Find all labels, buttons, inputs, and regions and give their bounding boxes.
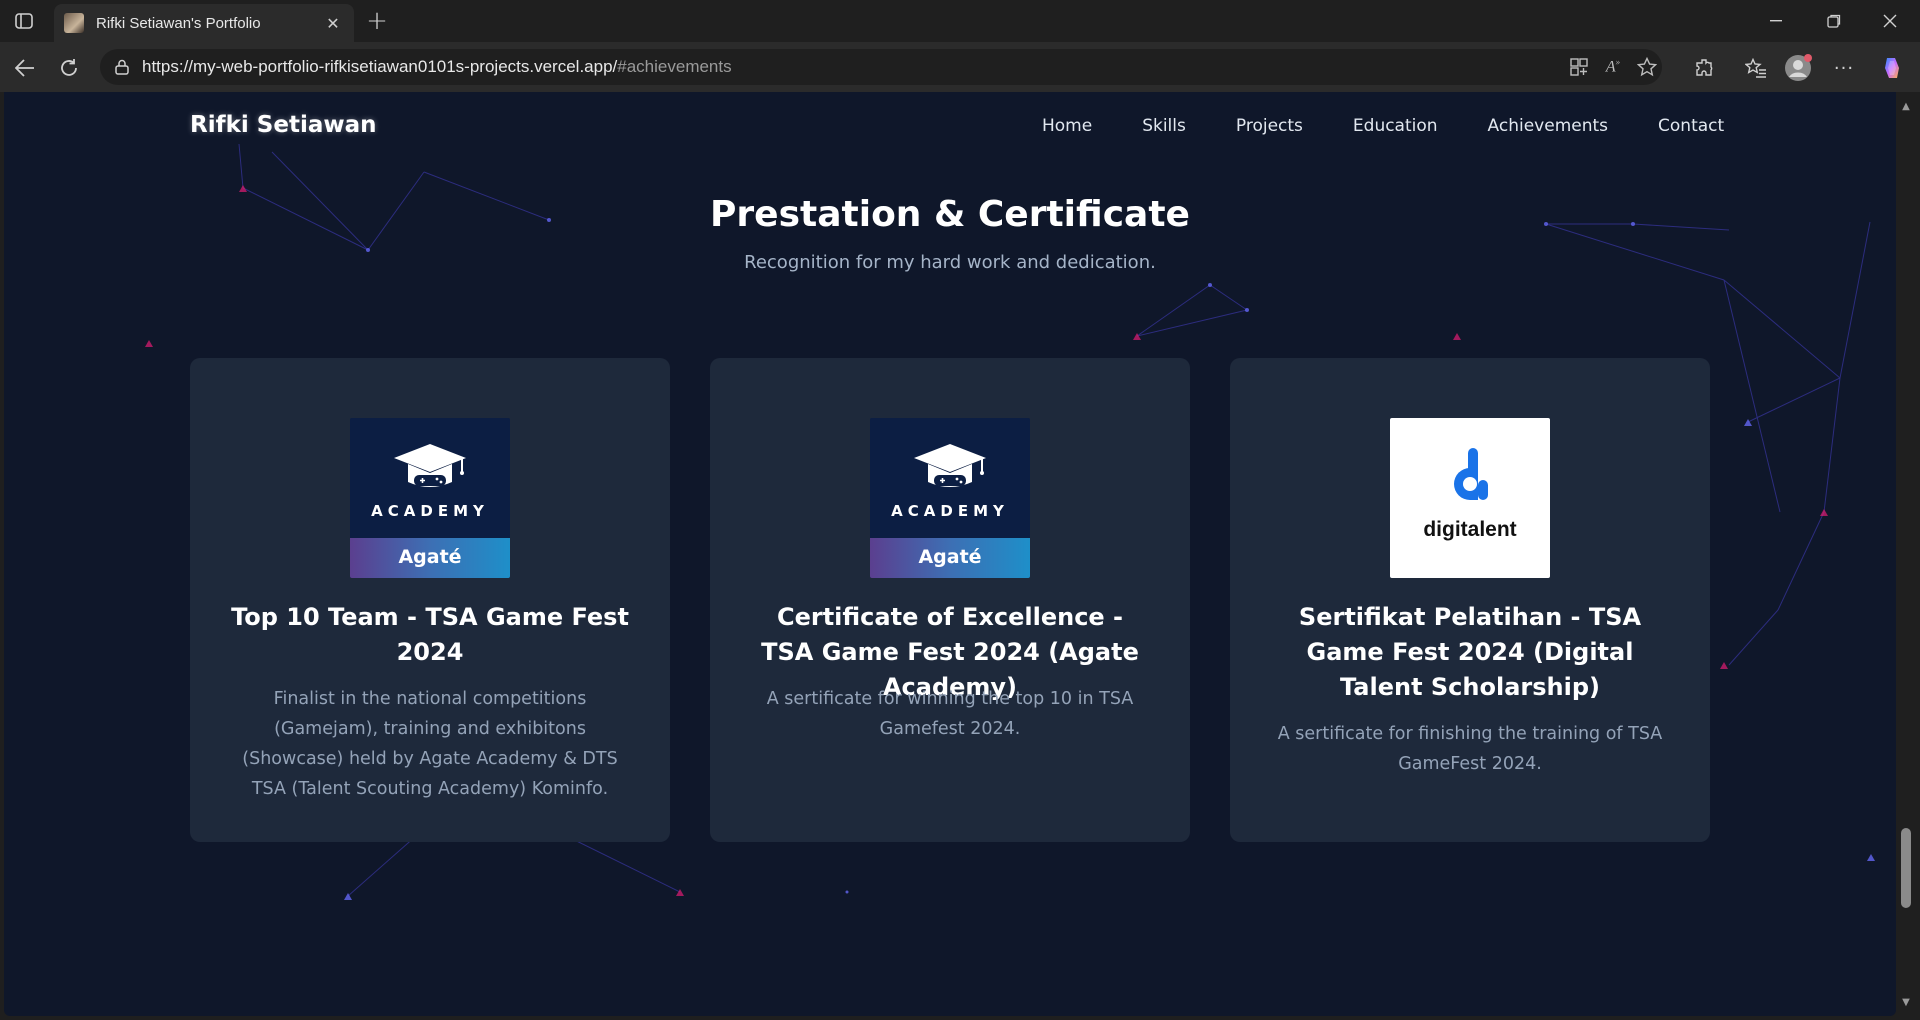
tab-title: Rifki Setiawan's Portfolio <box>96 14 261 32</box>
read-aloud-icon[interactable]: A» <box>1600 54 1626 80</box>
achievement-card: ACADEMY Agaté Top 10 Team - TSA Game Fes… <box>190 358 670 842</box>
scroll-down-icon[interactable]: ▼ <box>1900 996 1912 1008</box>
site-navigation: Home Skills Projects Education Achieveme… <box>1042 116 1724 136</box>
nav-link-education[interactable]: Education <box>1353 116 1438 136</box>
more-menu-icon[interactable]: ··· <box>1830 54 1858 82</box>
copilot-icon[interactable] <box>1878 54 1906 82</box>
card-description: A sertificate for winning the top 10 in … <box>766 689 1134 739</box>
browser-tab-bar: Rifki Setiawan's Portfolio ✕ + <box>0 0 1920 42</box>
site-favicon-icon <box>64 13 84 33</box>
favorite-star-icon[interactable] <box>1634 54 1660 80</box>
achievement-card: digitalent Sertifikat Pelatihan - TSA Ga… <box>1230 358 1710 842</box>
page-viewport: Rifki Setiawan Home Skills Projects Educ… <box>4 92 1896 1016</box>
nav-link-projects[interactable]: Projects <box>1236 116 1303 136</box>
card-description: A sertificate for finishing the training… <box>1277 724 1663 774</box>
extensions-icon[interactable] <box>1690 54 1718 82</box>
site-info-icon[interactable] <box>112 57 132 77</box>
scroll-thumb[interactable] <box>1901 828 1911 908</box>
nav-link-skills[interactable]: Skills <box>1142 116 1186 136</box>
nav-link-home[interactable]: Home <box>1042 116 1092 136</box>
app-available-icon[interactable] <box>1566 54 1592 80</box>
address-bar[interactable]: https://my-web-portfolio-rifkisetiawan01… <box>100 49 1662 85</box>
back-icon[interactable] <box>8 51 42 85</box>
nav-link-contact[interactable]: Contact <box>1658 116 1724 136</box>
section-title: Prestation & Certificate <box>710 194 1190 235</box>
minimize-icon[interactable] <box>1748 0 1804 42</box>
card-title: Sertifikat Pelatihan - TSA Game Fest 202… <box>1298 603 1642 701</box>
favorites-icon[interactable] <box>1742 54 1770 82</box>
card-title: Top 10 Team - TSA Game Fest 2024 <box>231 603 629 666</box>
new-tab-icon[interactable]: + <box>362 6 392 36</box>
page-scrollbar[interactable]: ▲ ▼ <box>1896 92 1916 1020</box>
agate-academy-logo-icon: ACADEMY Agaté <box>350 418 510 578</box>
site-brand[interactable]: Rifki Setiawan <box>190 112 377 138</box>
reload-icon[interactable] <box>52 51 86 85</box>
profile-avatar[interactable] <box>1784 54 1812 82</box>
browser-toolbar: https://my-web-portfolio-rifkisetiawan01… <box>0 42 1920 92</box>
card-description: Finalist in the national competitions (G… <box>242 689 618 799</box>
agate-academy-logo-icon: ACADEMY Agaté <box>870 418 1030 578</box>
section-subtitle: Recognition for my hard work and dedicat… <box>744 252 1156 273</box>
browser-tab[interactable]: Rifki Setiawan's Portfolio ✕ <box>54 4 354 42</box>
nav-link-achievements[interactable]: Achievements <box>1488 116 1608 136</box>
scroll-up-icon[interactable]: ▲ <box>1900 100 1912 112</box>
digitalent-logo-icon: digitalent <box>1390 418 1550 578</box>
tab-close-icon[interactable]: ✕ <box>322 12 344 34</box>
close-window-icon[interactable] <box>1862 0 1918 42</box>
tab-actions-icon[interactable] <box>6 6 42 36</box>
url-text: https://my-web-portfolio-rifkisetiawan01… <box>142 57 732 76</box>
achievement-card: ACADEMY Agaté Certificate of Excellence … <box>710 358 1190 842</box>
restore-icon[interactable] <box>1806 0 1862 42</box>
